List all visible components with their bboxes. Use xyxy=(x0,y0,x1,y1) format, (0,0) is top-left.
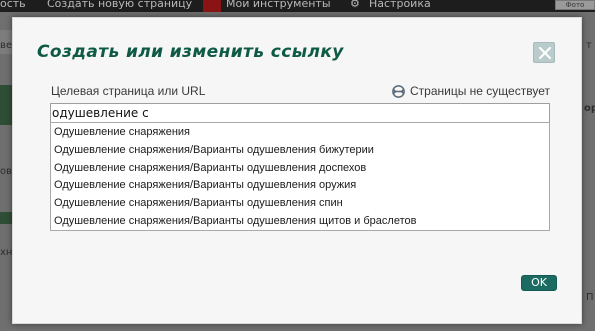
background-nav-item: Настройка xyxy=(369,0,431,10)
ok-button[interactable]: OK xyxy=(521,275,557,291)
dialog-title: Создать или изменить ссылку xyxy=(37,42,344,62)
suggestion-item[interactable]: Одушевление снаряжения/Варианты одушевле… xyxy=(51,142,549,160)
suggestions-list: Одушевление снаряжения Одушевление снаря… xyxy=(50,122,550,231)
suggestion-item[interactable]: Одушевление снаряжения/Варианты одушевле… xyxy=(51,160,549,178)
background-red-marker xyxy=(203,0,221,12)
background-nav-item: Создать новую страницу xyxy=(47,0,193,10)
target-page-input[interactable] xyxy=(50,103,550,123)
background-nav-item: Мои инструменты xyxy=(226,0,331,10)
close-icon xyxy=(539,47,551,59)
close-button[interactable] xyxy=(533,42,555,63)
suggestion-item[interactable]: Одушевление снаряжения/Варианты одушевле… xyxy=(51,177,549,195)
target-page-label: Целевая страница или URL xyxy=(51,84,206,98)
suggestion-item[interactable]: Одушевление снаряжения/Варианты одушевле… xyxy=(51,213,549,231)
page-status: Страницы не существует xyxy=(391,83,550,99)
background-nav-item: ость xyxy=(0,0,26,10)
link-status-icon xyxy=(392,84,405,98)
page-status-text: Страницы не существует xyxy=(410,84,550,98)
suggestion-item[interactable]: Одушевление снаряжения/Варианты одушевле… xyxy=(51,195,549,213)
background-green-block xyxy=(0,85,12,125)
background-green-block xyxy=(0,212,12,224)
background-fragment: т xyxy=(586,40,592,51)
suggestion-item[interactable]: Одушевление снаряжения xyxy=(51,124,549,142)
background-fragment: ор xyxy=(584,103,595,114)
background-fragment: П xyxy=(586,292,594,303)
link-dialog: Создать или изменить ссылку Целевая стра… xyxy=(12,17,582,324)
gear-icon: ⚙ xyxy=(350,0,360,10)
background-photo-tab: Фото xyxy=(555,0,595,10)
